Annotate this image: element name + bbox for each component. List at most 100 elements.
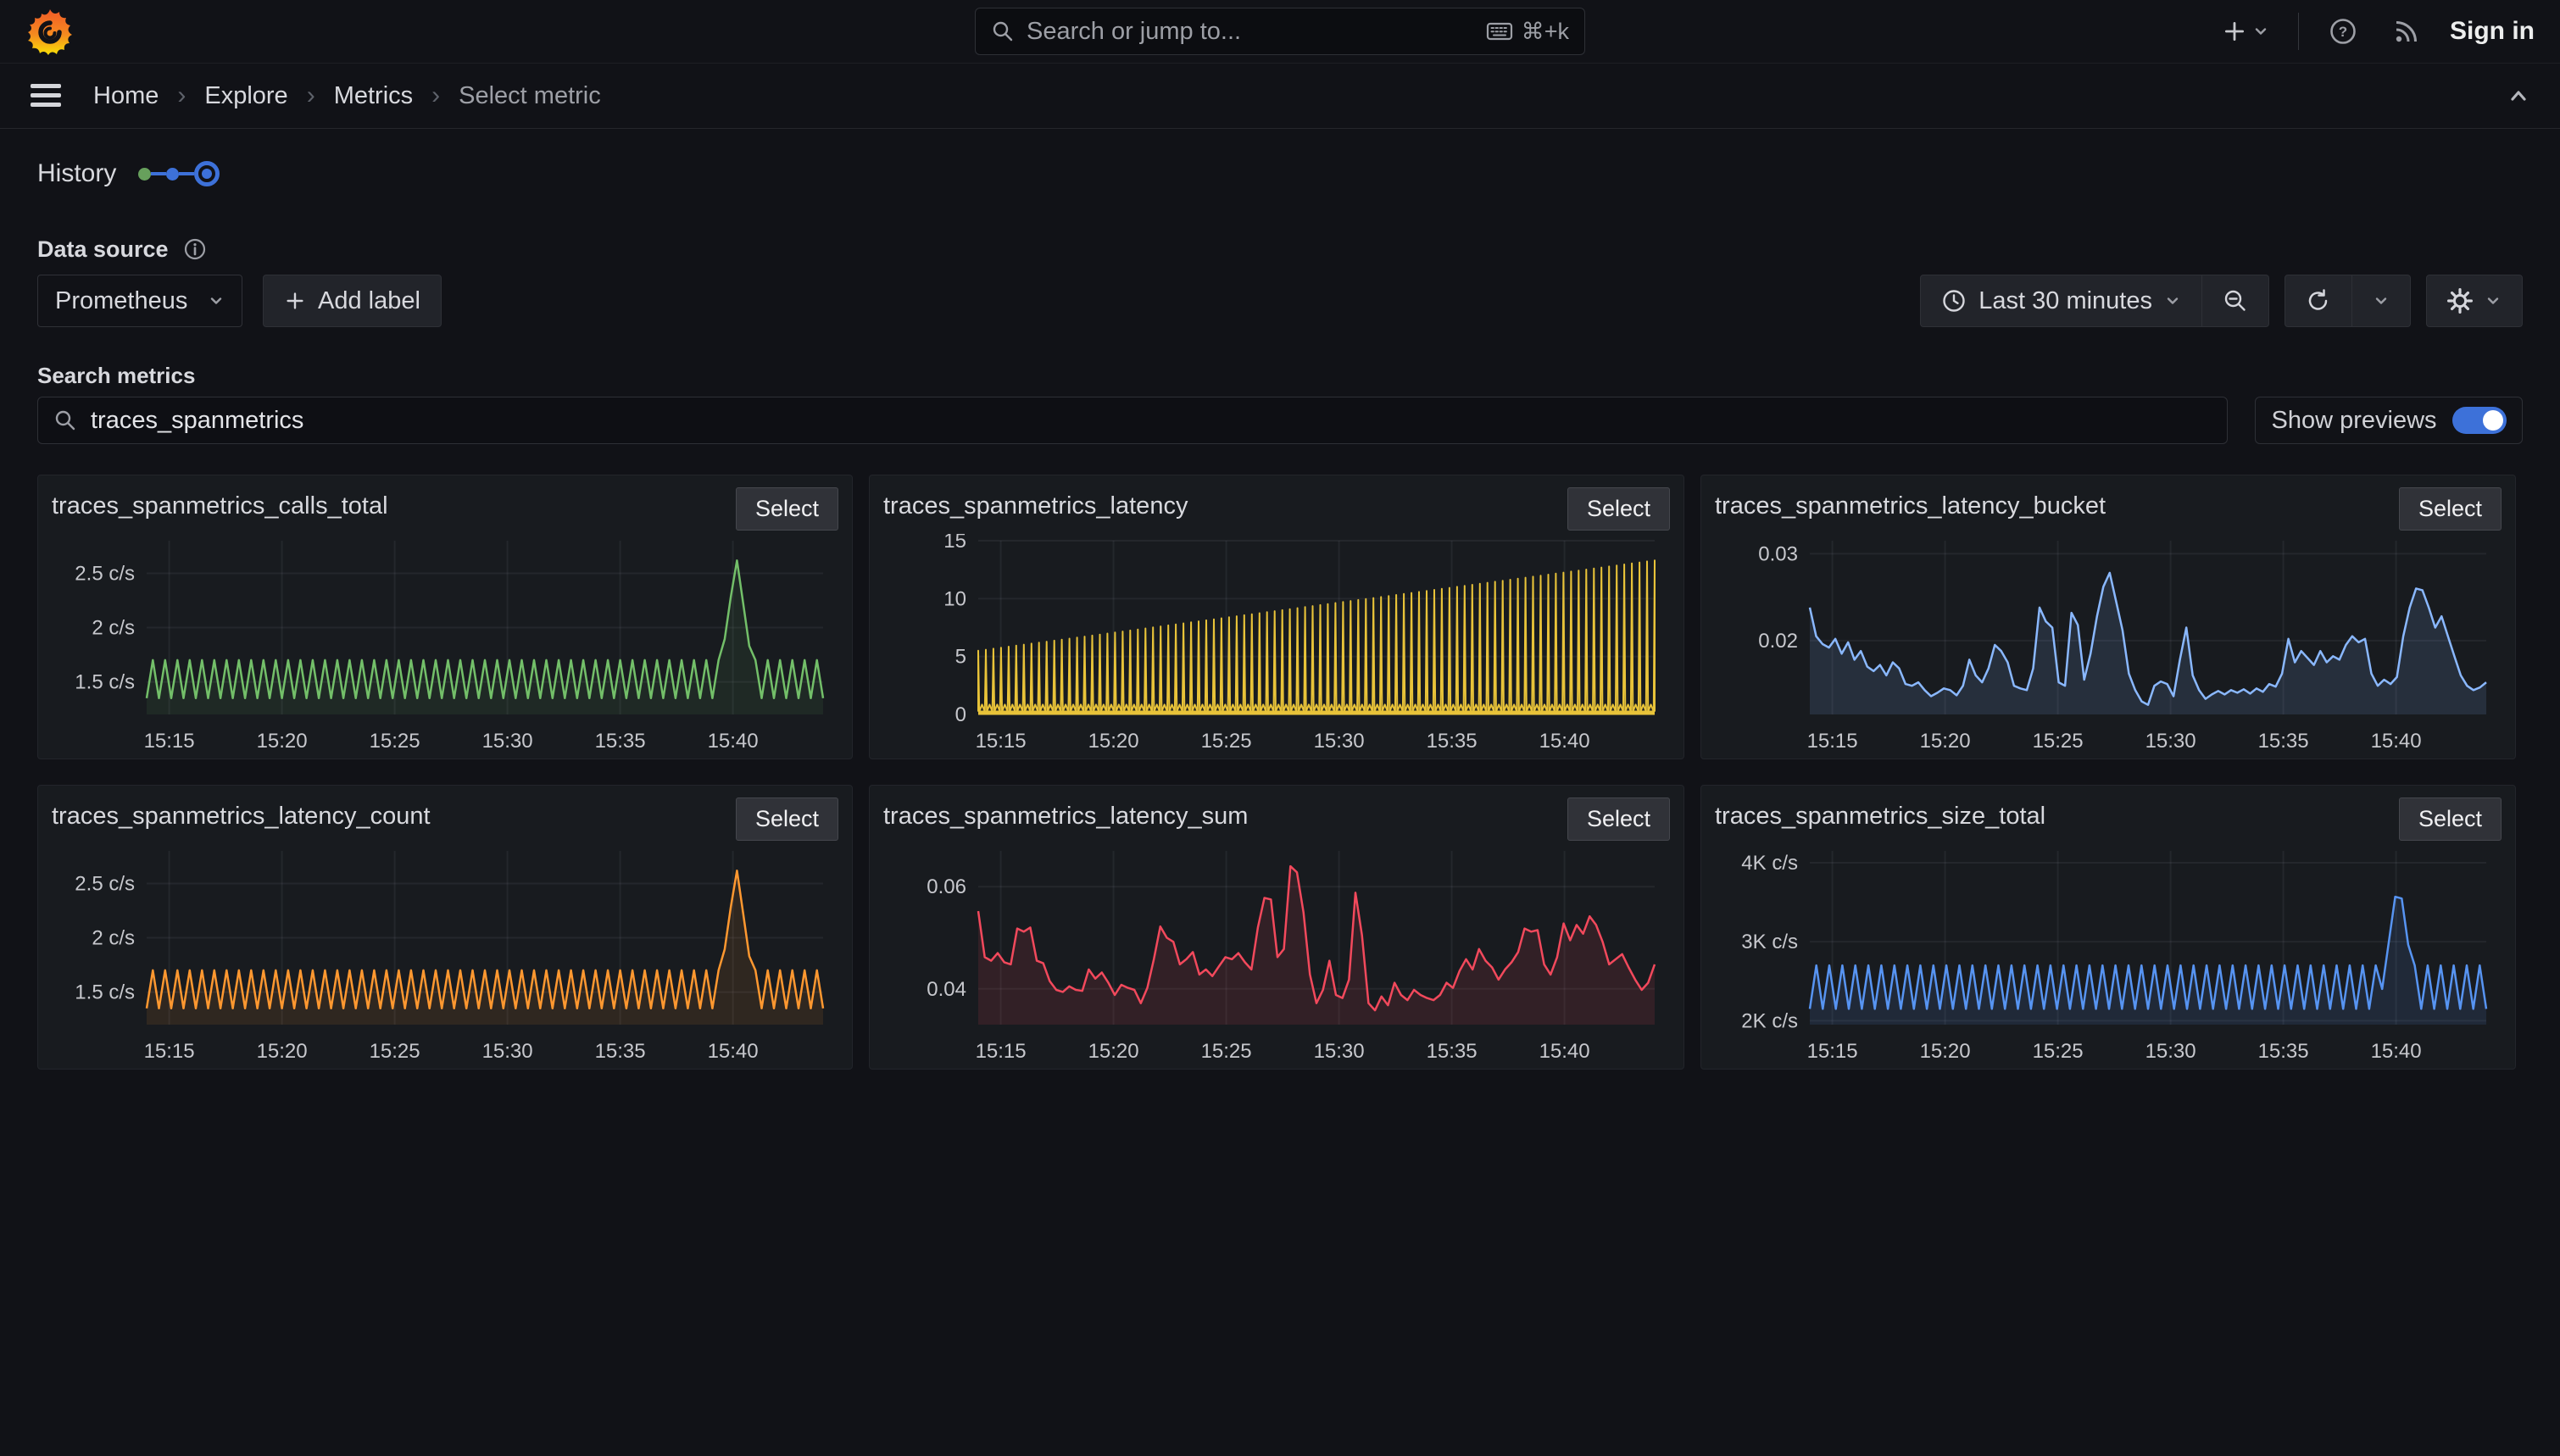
history-node-step[interactable]	[166, 168, 179, 181]
collapse-controls-button[interactable]	[2506, 85, 2531, 107]
x-tick-label: 15:20	[257, 1040, 308, 1063]
panel-title: traces_spanmetrics_latency_count	[52, 797, 431, 831]
panel-title: traces_spanmetrics_calls_total	[52, 487, 388, 520]
query-controls: Prometheus Add label	[37, 275, 442, 327]
search-shortcut: ⌘+k	[1486, 19, 1569, 45]
sign-in-button[interactable]: Sign in	[2450, 17, 2535, 46]
x-tick-label: 15:20	[257, 730, 308, 753]
select-metric-button[interactable]: Select	[736, 487, 838, 531]
new-dropdown-button[interactable]	[2217, 14, 2274, 49]
info-icon[interactable]	[182, 236, 208, 262]
x-tick-label: 15:25	[2033, 730, 2084, 753]
history-node-current[interactable]	[194, 161, 220, 186]
breadcrumb-home[interactable]: Home	[93, 82, 159, 110]
x-tick-label: 15:20	[1088, 1040, 1139, 1063]
help-button[interactable]: ?	[2323, 11, 2363, 52]
panel-header: traces_spanmetrics_latency_bucket Select	[1715, 487, 2502, 531]
select-metric-button[interactable]: Select	[1567, 487, 1670, 531]
chevron-down-icon	[2252, 23, 2269, 40]
y-tick-label: 2 c/s	[92, 617, 135, 640]
metric-preview-chart[interactable]: 15:1515:2015:2515:3015:3515:402K c/s3K c…	[1715, 844, 2502, 1064]
metric-previews-grid: traces_spanmetrics_calls_total Select 15…	[37, 475, 2523, 1070]
search-icon	[53, 408, 77, 432]
refresh-interval-button[interactable]	[2352, 275, 2411, 327]
refresh-button[interactable]	[2285, 275, 2352, 327]
search-metrics-label-row: Search metrics	[37, 363, 2523, 388]
select-metric-button[interactable]: Select	[2399, 487, 2502, 531]
y-tick-label: 2K c/s	[1741, 1009, 1798, 1032]
select-metric-button[interactable]: Select	[1567, 797, 1670, 841]
gear-icon	[2447, 288, 2473, 314]
metric-preview-chart[interactable]: 15:1515:2015:2515:3015:3515:401.5 c/s2 c…	[52, 844, 838, 1064]
series-area	[147, 870, 823, 1025]
x-tick-label: 15:25	[2033, 1040, 2084, 1063]
breadcrumb-separator: ›	[177, 81, 186, 110]
series-area	[978, 560, 1655, 714]
metric-search-input[interactable]: traces_spanmetrics	[37, 397, 2228, 444]
help-icon: ?	[2328, 16, 2358, 47]
history-row: History	[37, 159, 2523, 188]
y-tick-label: 5	[955, 646, 966, 669]
breadcrumb-explore[interactable]: Explore	[204, 82, 287, 110]
breadcrumb-separator: ›	[307, 81, 315, 110]
show-previews-toggle[interactable]	[2452, 407, 2507, 434]
grafana-flame-icon	[25, 7, 75, 56]
global-search-placeholder: Search or jump to...	[1027, 18, 1474, 46]
select-metric-button[interactable]: Select	[736, 797, 838, 841]
settings-button[interactable]	[2426, 275, 2523, 327]
chevron-down-icon	[2164, 292, 2181, 309]
global-search-input[interactable]: Search or jump to... ⌘+k	[975, 8, 1585, 55]
mega-menu-button[interactable]	[29, 81, 63, 110]
metric-preview-chart[interactable]: 15:1515:2015:2515:3015:3515:400.040.06	[883, 844, 1670, 1064]
x-tick-label: 15:30	[1314, 730, 1365, 753]
panel-title: traces_spanmetrics_latency_bucket	[1715, 487, 2106, 520]
panel-header: traces_spanmetrics_latency Select	[883, 487, 1670, 531]
panel-header: traces_spanmetrics_size_total Select	[1715, 797, 2502, 841]
y-tick-label: 1.5 c/s	[75, 981, 135, 1004]
metric-preview-chart[interactable]: 15:1515:2015:2515:3015:3515:40051015	[883, 534, 1670, 754]
x-tick-label: 15:15	[976, 730, 1027, 753]
y-tick-label: 15	[943, 534, 966, 553]
breadcrumb-separator: ›	[431, 81, 440, 110]
history-connector	[179, 172, 194, 175]
breadcrumb-metrics[interactable]: Metrics	[334, 82, 413, 110]
metric-panel-latency-sum: traces_spanmetrics_latency_sum Select 15…	[869, 785, 1684, 1070]
x-tick-label: 15:30	[2145, 1040, 2196, 1063]
x-tick-label: 15:35	[595, 1040, 646, 1063]
metric-preview-chart[interactable]: 15:1515:2015:2515:3015:3515:400.020.03	[1715, 534, 2502, 754]
panel-header: traces_spanmetrics_latency_count Select	[52, 797, 838, 841]
panel-title: traces_spanmetrics_latency_sum	[883, 797, 1248, 831]
refresh-icon	[2306, 288, 2331, 314]
controls-row: Prometheus Add label Last 30	[37, 275, 2523, 327]
time-range-picker-button[interactable]: Last 30 minutes	[1920, 275, 2202, 327]
series-area	[147, 560, 823, 714]
metric-panel-latency-count: traces_spanmetrics_latency_count Select …	[37, 785, 853, 1070]
x-tick-label: 15:40	[708, 730, 759, 753]
search-row: traces_spanmetrics Show previews	[37, 397, 2523, 444]
hamburger-icon	[29, 81, 63, 110]
refresh-group	[2285, 275, 2411, 327]
x-tick-label: 15:15	[1807, 1040, 1858, 1063]
toggle-knob	[2483, 410, 2503, 431]
metric-preview-chart[interactable]: 15:1515:2015:2515:3015:3515:401.5 c/s2 c…	[52, 534, 838, 754]
select-metric-button[interactable]: Select	[2399, 797, 2502, 841]
chevron-down-icon	[2485, 292, 2502, 309]
grafana-logo[interactable]	[25, 7, 75, 56]
panel-title: traces_spanmetrics_latency	[883, 487, 1188, 520]
rss-icon	[2392, 17, 2421, 46]
topbar-divider	[2298, 13, 2299, 50]
breadcrumb-bar: Home › Explore › Metrics › Select metric	[0, 64, 2560, 129]
x-tick-label: 15:15	[1807, 730, 1858, 753]
history-node-start[interactable]	[138, 168, 151, 181]
y-tick-label: 0.04	[927, 978, 966, 1001]
add-label-button[interactable]: Add label	[263, 275, 442, 327]
zoom-out-time-button[interactable]	[2202, 275, 2269, 327]
x-tick-label: 15:35	[1427, 1040, 1478, 1063]
x-tick-label: 15:25	[1201, 1040, 1252, 1063]
panel-title: traces_spanmetrics_size_total	[1715, 797, 2045, 831]
x-tick-label: 15:15	[144, 730, 195, 753]
news-button[interactable]	[2387, 12, 2426, 51]
history-timeline[interactable]	[138, 161, 220, 186]
x-tick-label: 15:35	[2258, 730, 2309, 753]
datasource-picker[interactable]: Prometheus	[37, 275, 242, 327]
